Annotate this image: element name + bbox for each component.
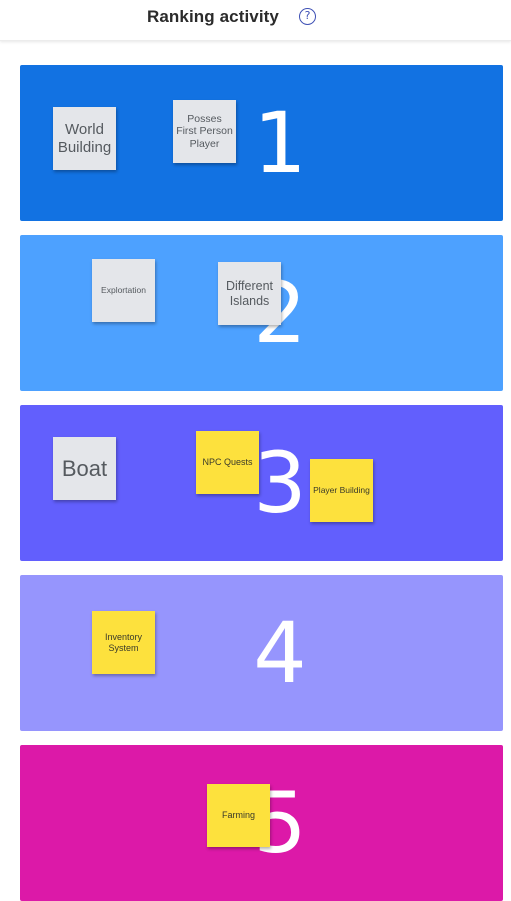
sticky-note-label: Posses First Person Player: [176, 113, 233, 150]
rank-band-4[interactable]: 4 Inventory System: [20, 575, 503, 731]
sticky-note-explortation[interactable]: Explortation: [92, 259, 155, 322]
rank-band-1[interactable]: 1 World Building Posses First Person Pla…: [20, 65, 503, 221]
sticky-note-label: Farming: [221, 810, 255, 821]
rank-band-2[interactable]: 2 Explortation Different Islands: [20, 235, 503, 391]
sticky-note-different-islands[interactable]: Different Islands: [218, 262, 281, 325]
rank-band-5[interactable]: 5 Farming: [20, 745, 503, 901]
sticky-note-boat[interactable]: Boat: [53, 437, 116, 500]
help-icon[interactable]: ?: [299, 8, 316, 25]
page-title: Ranking activity: [147, 7, 279, 26]
sticky-note-label: World Building: [57, 121, 112, 156]
header-bar: Ranking activity ?: [0, 0, 511, 41]
sticky-note-player-building[interactable]: Player Building: [310, 459, 373, 522]
sticky-note-label: Explortation: [101, 284, 146, 295]
sticky-note-label: Inventory System: [104, 632, 143, 653]
sticky-note-label: Player Building: [313, 484, 370, 495]
sticky-note-farming[interactable]: Farming: [207, 784, 270, 847]
sticky-note-label: NPC Quests: [202, 457, 253, 468]
sticky-note-label: Boat: [61, 455, 108, 481]
rank-band-3[interactable]: 3 Boat NPC Quests Player Building: [20, 405, 503, 561]
rank-number-1: 1: [253, 94, 307, 192]
rank-number-4: 4: [253, 604, 307, 702]
sticky-note-world-building[interactable]: World Building: [53, 107, 116, 170]
sticky-note-posses-first-person-player[interactable]: Posses First Person Player: [173, 100, 236, 163]
sticky-note-label: Different Islands: [225, 279, 273, 308]
sticky-note-inventory-system[interactable]: Inventory System: [92, 611, 155, 674]
sticky-note-npc-quests[interactable]: NPC Quests: [196, 431, 259, 494]
